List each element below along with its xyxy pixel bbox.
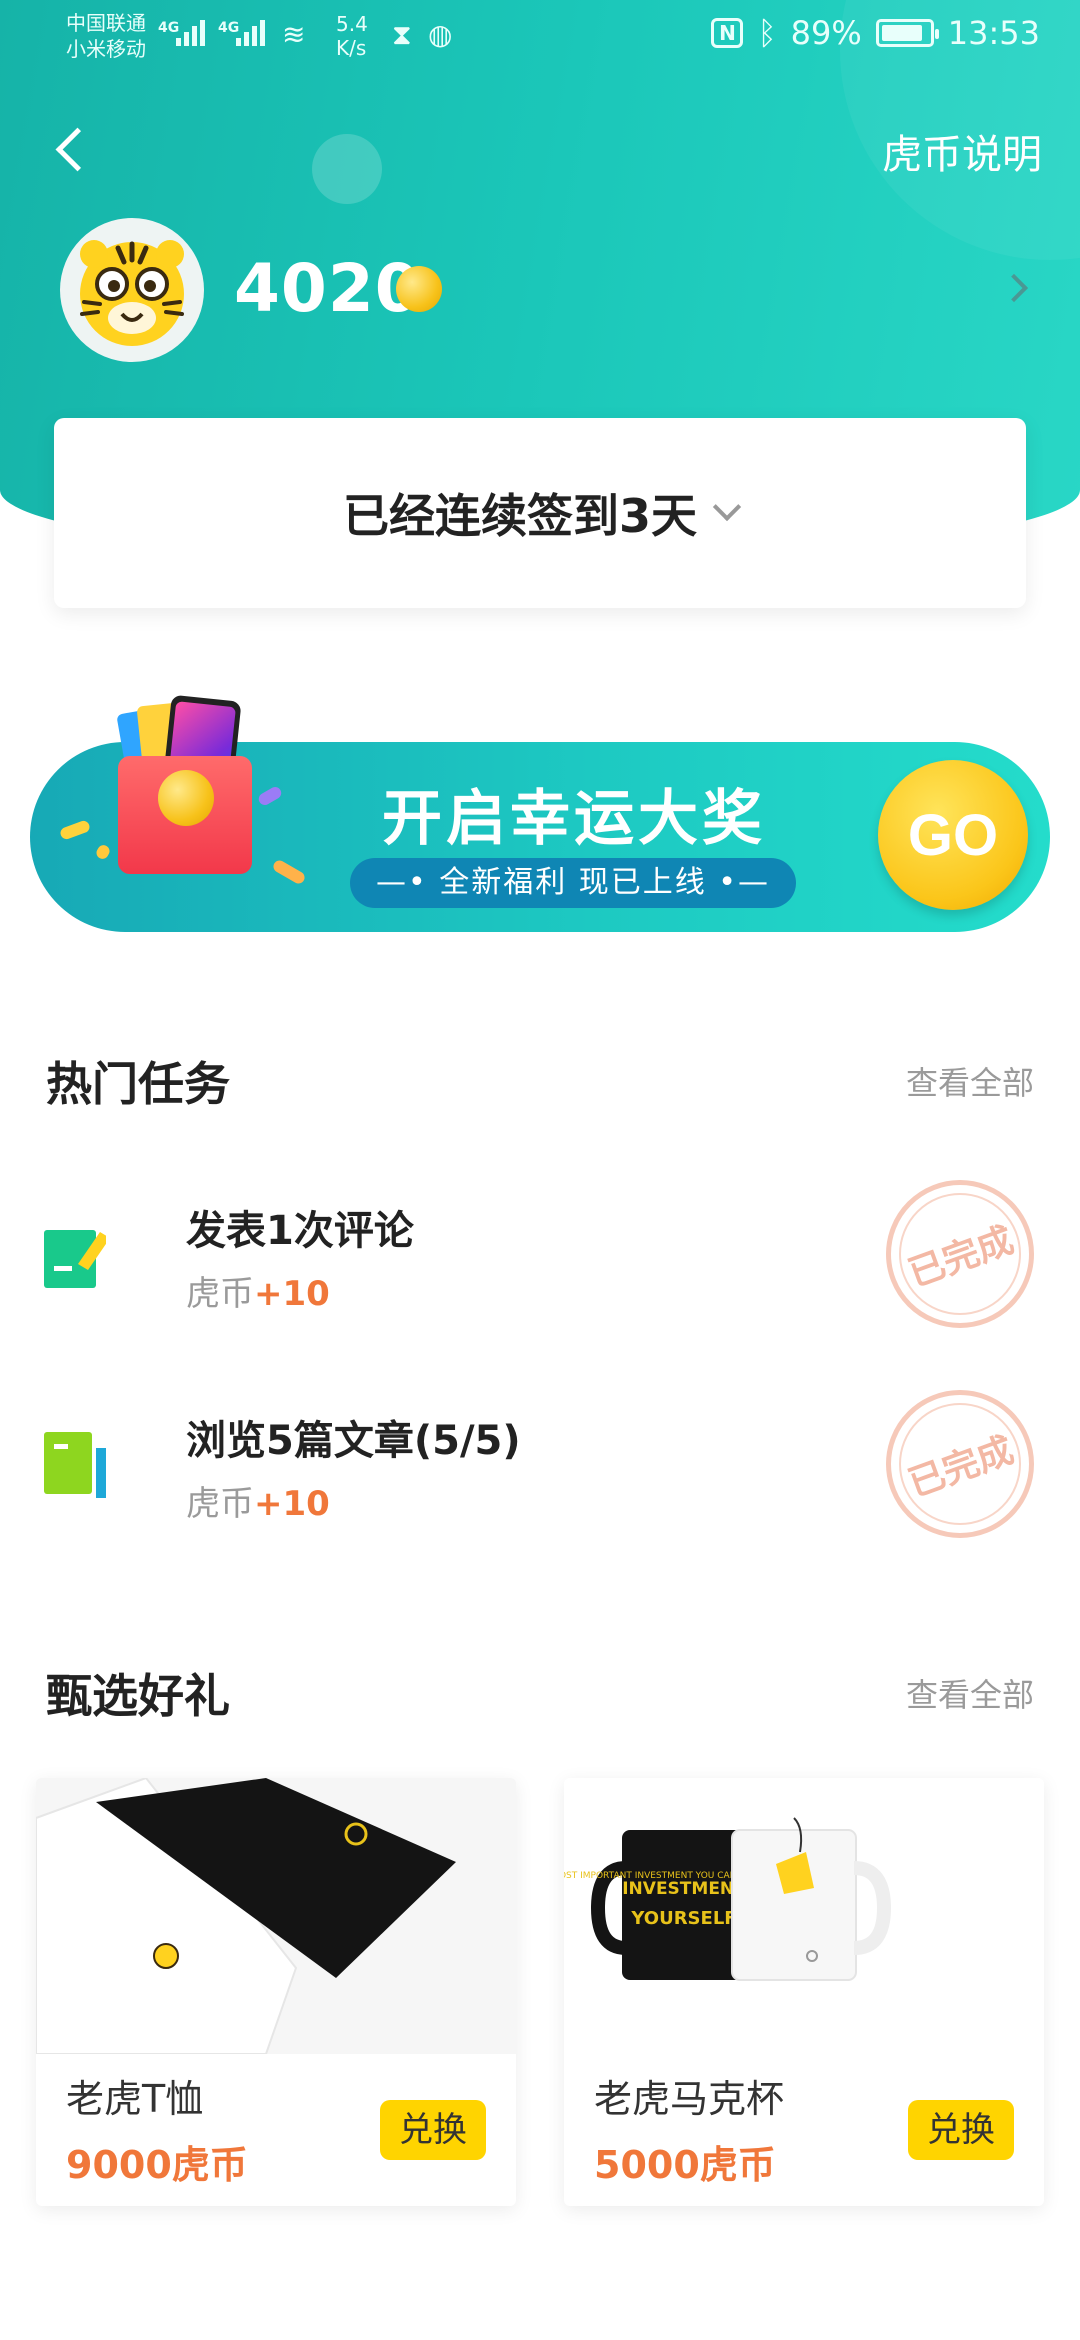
reward-value: +10	[254, 1274, 330, 1314]
reward-label: 虎币	[186, 1274, 254, 1314]
task-item[interactable]: 浏览5篇文章(5/5) 虎币+10 已完成	[0, 1390, 1080, 1540]
banner-title: 开启幸运大奖	[382, 784, 766, 854]
nfc-icon: N	[711, 18, 744, 48]
tshirt-icon	[36, 1778, 516, 2054]
battery-percent: 89%	[790, 14, 862, 52]
carrier-1: 中国联通	[66, 11, 146, 35]
signal-icon-2	[236, 16, 276, 46]
reward-value: +10	[254, 1484, 330, 1524]
status-right: N ᛒ 89% 13:53	[711, 14, 1040, 52]
globe-icon: ◍	[428, 18, 453, 51]
coin-icon	[396, 266, 442, 312]
back-arrow-icon[interactable]	[50, 120, 90, 180]
carrier-labels: 中国联通 小米移动	[66, 10, 146, 62]
completed-stamp: 已完成	[886, 1390, 1034, 1538]
tshirt-image	[36, 1778, 516, 2054]
signal-icon	[176, 16, 216, 46]
wifi-icon: ≋	[282, 18, 306, 51]
tiger-avatar-icon	[80, 240, 184, 346]
speed-unit: K/s	[336, 36, 367, 60]
reward-label: 虎币	[186, 1484, 254, 1524]
hot-tasks-view-all-link[interactable]: 查看全部	[906, 1058, 1034, 1104]
hourglass-icon: ⧗	[392, 18, 412, 51]
checkin-card[interactable]: 已经连续签到3天	[54, 418, 1026, 608]
completed-label: 已完成	[903, 1219, 1019, 1296]
mug-text-line: INVESTMENT	[622, 1879, 746, 1899]
completed-stamp: 已完成	[886, 1180, 1034, 1328]
completed-label: 已完成	[903, 1429, 1019, 1506]
checkin-streak-text: 已经连续签到3天	[342, 489, 697, 543]
task-item[interactable]: 发表1次评论 虎币+10 已完成	[0, 1180, 1080, 1330]
gift-price: 9000虎币	[66, 2143, 248, 2187]
gift-card[interactable]: THE MOST IMPORTANT INVESTMENT YOU CAN MA…	[564, 1778, 1044, 2206]
carrier-2: 小米移动	[66, 37, 146, 61]
task-reward: 虎币+10	[186, 1266, 330, 1315]
gifts-view-all-link[interactable]: 查看全部	[906, 1670, 1034, 1716]
gift-card[interactable]: 老虎T恤 9000虎币 兑换	[36, 1778, 516, 2206]
redeem-button[interactable]: 兑换	[380, 2100, 486, 2160]
banner-subtitle: —• 全新福利 现已上线 •—	[350, 858, 796, 908]
task-reward: 虎币+10	[186, 1476, 330, 1525]
redeem-button[interactable]: 兑换	[908, 2100, 1014, 2160]
bluetooth-icon: ᛒ	[757, 14, 777, 52]
gift-name: 老虎T恤	[66, 2077, 204, 2121]
coin-icon	[158, 770, 214, 826]
tiger-coin-explanation-link[interactable]: 虎币说明	[882, 122, 1042, 180]
network-speed: 5.4 K/s	[336, 12, 368, 60]
go-button[interactable]: GO	[878, 760, 1028, 910]
battery-icon	[875, 19, 939, 47]
gifts-title: 甄选好礼	[46, 1669, 230, 1723]
hot-tasks-title: 热门任务	[46, 1057, 230, 1111]
speed-value: 5.4	[336, 12, 368, 36]
book-icon	[44, 1432, 106, 1498]
avatar[interactable]	[60, 218, 204, 362]
mug-icon: THE MOST IMPORTANT INVESTMENT YOU CAN MA…	[564, 1778, 1044, 2054]
gift-name: 老虎马克杯	[594, 2077, 785, 2121]
clock: 13:53	[947, 14, 1040, 52]
header-decoration-bubble	[312, 134, 382, 204]
status-bar: 中国联通 小米移动 4G 4G ≋ 5.4 K/s ⧗ ◍ N ᛒ 89% 13…	[0, 0, 1080, 70]
task-title: 发表1次评论	[186, 1208, 414, 1254]
task-title: 浏览5篇文章(5/5)	[186, 1418, 521, 1464]
mug-text-line: YOURSELF	[630, 1908, 736, 1929]
edit-note-icon	[44, 1230, 106, 1288]
coin-balance: 4020	[234, 250, 422, 327]
mug-image: THE MOST IMPORTANT INVESTMENT YOU CAN MA…	[564, 1778, 1044, 2054]
gift-price: 5000虎币	[594, 2143, 776, 2187]
chevron-down-icon[interactable]	[712, 492, 742, 522]
